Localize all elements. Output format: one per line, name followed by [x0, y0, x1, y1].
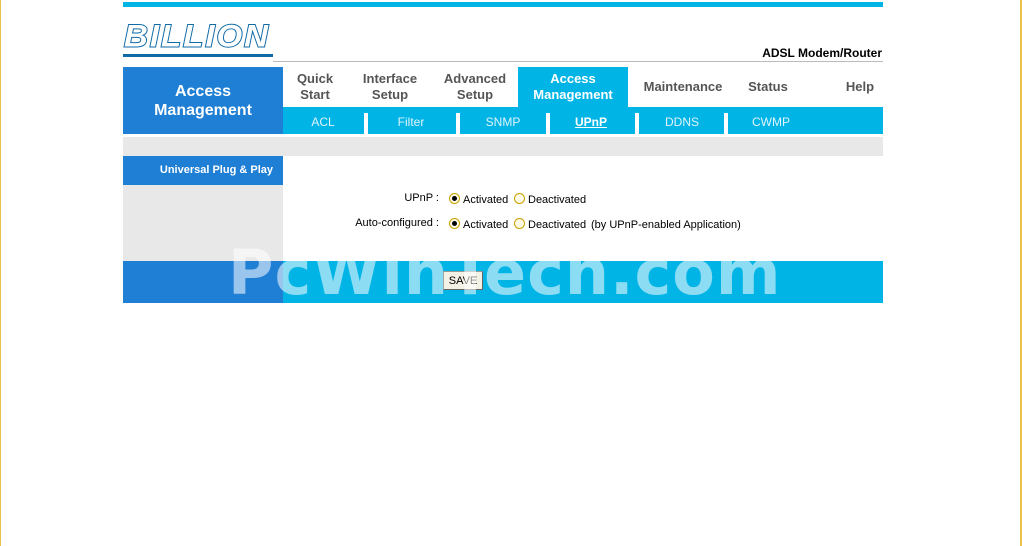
auto-activated-label: Activated: [463, 219, 509, 231]
spacer-bar: [123, 137, 883, 156]
nav-label: Advanced: [443, 71, 507, 86]
billion-logo: BILLION: [123, 17, 273, 58]
subnav-separator: [364, 113, 368, 134]
section-title-line1: Access: [174, 82, 232, 100]
nav-label: Access: [550, 71, 596, 86]
subnav-separator: [456, 113, 460, 134]
subnav-acl[interactable]: ACL: [283, 107, 363, 134]
nav-label: Start: [300, 87, 330, 102]
nav-interface-setup[interactable]: Interface Setup: [353, 67, 427, 107]
logo-text: BILLION: [123, 17, 270, 54]
nav-label: Quick: [296, 71, 334, 86]
upnp-activated-radio[interactable]: [449, 193, 460, 204]
section-label-upnp: Universal Plug & Play: [123, 156, 283, 185]
sub-nav: ACL Filter SNMP UPnP DDNS CWMP: [283, 107, 883, 134]
save-button[interactable]: SAVE: [443, 271, 483, 290]
upnp-label: UPnP :: [404, 192, 439, 204]
header-divider: [273, 61, 883, 62]
auto-configured-note: (by UPnP-enabled Application): [591, 219, 741, 231]
upnp-deactivated-radio[interactable]: [514, 193, 525, 204]
section-title: Access Management: [123, 67, 283, 134]
subnav-ddns[interactable]: DDNS: [639, 107, 725, 134]
logo-underline: [123, 54, 273, 57]
nav-label: Interface: [362, 71, 418, 86]
product-name: ADSL Modem/Router: [762, 46, 882, 60]
nav-label: Setup: [456, 87, 494, 102]
section-title-line2: Management: [154, 101, 252, 119]
main-nav: Quick Start Interface Setup Advanced Setup …: [283, 67, 883, 107]
nav-status[interactable]: Status: [738, 67, 798, 107]
nav-quick-start[interactable]: Quick Start: [283, 67, 347, 107]
subnav-upnp[interactable]: UPnP: [551, 107, 631, 134]
subnav-separator: [724, 113, 728, 134]
auto-activated-radio[interactable]: [449, 218, 460, 229]
nav-maintenance[interactable]: Maintenance: [635, 67, 731, 107]
auto-configured-label: Auto-configured :: [355, 217, 439, 229]
subnav-cwmp[interactable]: CWMP: [729, 107, 813, 134]
nav-advanced-setup[interactable]: Advanced Setup: [434, 67, 516, 107]
nav-help[interactable]: Help: [813, 67, 907, 107]
subnav-separator: [546, 113, 550, 134]
subnav-filter[interactable]: Filter: [369, 107, 453, 134]
upnp-activated-label: Activated: [463, 194, 509, 206]
bottom-bar-left: [123, 261, 283, 303]
bottom-bar: [283, 261, 883, 303]
auto-deactivated-radio[interactable]: [514, 218, 525, 229]
auto-deactivated-label: Deactivated: [528, 219, 587, 231]
upnp-deactivated-label: Deactivated: [528, 194, 587, 206]
nav-label: Management: [533, 87, 613, 102]
top-accent-bar: [123, 2, 883, 7]
nav-label: Help: [845, 79, 875, 94]
nav-label: Maintenance: [643, 79, 723, 94]
subnav-snmp[interactable]: SNMP: [461, 107, 545, 134]
window-border-left: [0, 0, 1, 546]
nav-label: Setup: [371, 87, 409, 102]
nav-access-management[interactable]: Access Management: [518, 67, 628, 107]
nav-label: Status: [748, 79, 788, 94]
